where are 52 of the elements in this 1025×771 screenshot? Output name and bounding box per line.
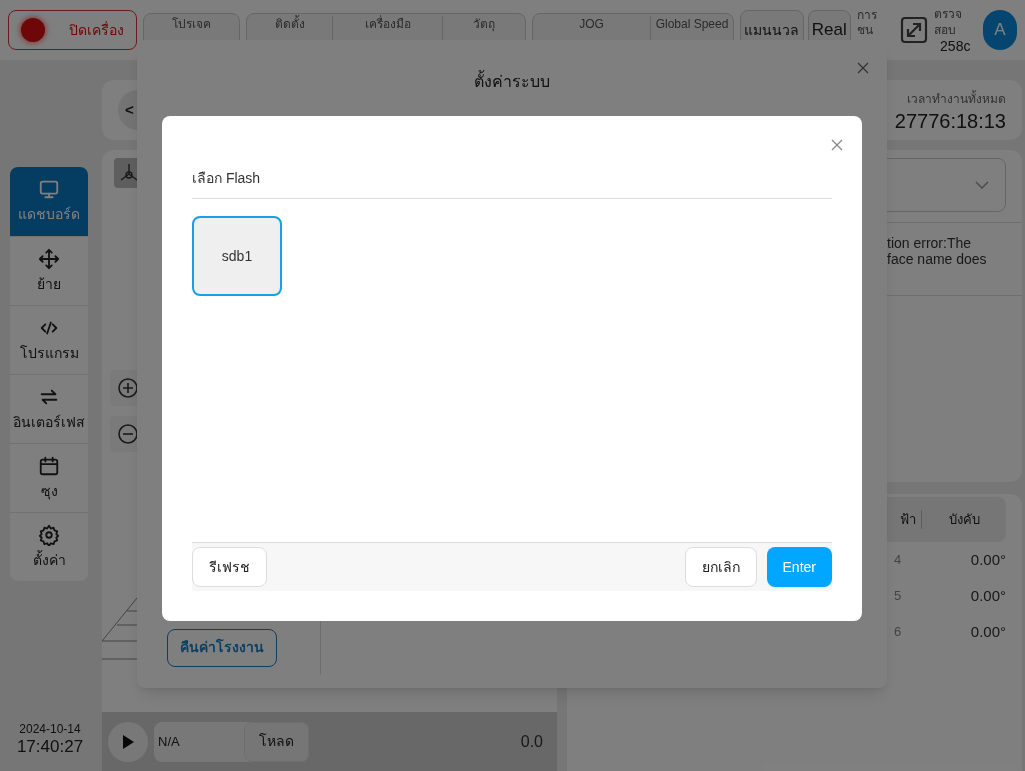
settings-icon (38, 523, 60, 546)
expand-icon[interactable] (899, 14, 928, 46)
load-button[interactable]: โหลด (244, 721, 309, 762)
device-tile[interactable]: sdb1 (192, 216, 282, 296)
nav-item[interactable]: ซุง (10, 443, 88, 512)
column-header: ฟ้า (894, 509, 922, 530)
collision-label: การชน (856, 7, 878, 38)
close-icon[interactable] (857, 62, 869, 74)
close-icon[interactable] (831, 139, 843, 151)
calendar-icon (38, 454, 60, 477)
factory-reset-button[interactable]: คืนค่าโรงงาน (167, 628, 277, 667)
program-field[interactable]: N/A โหลด (154, 721, 309, 762)
cancel-button[interactable]: ยกเลิก (684, 547, 757, 587)
status-label: ติดตั้ง (274, 16, 305, 32)
nav-item[interactable]: ตั้งค่า (10, 512, 88, 581)
status-label: วัตถุ (473, 16, 495, 32)
time-text: 17:40:27 (16, 738, 84, 755)
table-cell-text: 0.00° (969, 585, 1006, 606)
dialog-title: เลือก Flash (192, 170, 261, 186)
play-button[interactable] (108, 721, 148, 762)
status-label: เครื่องมือ (364, 16, 411, 32)
enter-button[interactable]: Enter (766, 547, 832, 587)
runtime-value: 27776:18:13 (894, 110, 1006, 132)
table-cell-text: 0.00° (969, 621, 1006, 642)
inspect-value: 258c (940, 38, 971, 54)
progress-value: 0.0 (520, 731, 543, 752)
table-cell-text: 0.00° (969, 549, 1006, 570)
status-label: โปรเจค (172, 16, 211, 32)
refresh-button[interactable]: รีเฟรช (192, 547, 267, 587)
dialog-title: ตั้งค่าระบบ (137, 70, 887, 94)
nav-item[interactable]: ย้าย (10, 236, 88, 305)
power-button[interactable]: ปิดเครื่อง (8, 10, 137, 50)
status-label: JOG (579, 16, 604, 32)
power-icon (21, 18, 45, 42)
grid-drawing (102, 597, 138, 660)
column-header: บังคับ (947, 510, 981, 529)
avatar[interactable]: A (982, 10, 1017, 50)
date-text: 2024-10-14 (19, 721, 81, 738)
nav-item[interactable]: แดชบอร์ด (10, 167, 88, 236)
table-cell-text: 4 (894, 551, 903, 570)
inspect-label: ตรวจสอบ (933, 6, 963, 38)
play-icon (121, 733, 135, 750)
monitor-icon (38, 178, 60, 200)
nav-item[interactable]: อินเตอร์เฟส (10, 374, 88, 443)
runtime-label: เวลาทำงานทั้งหมด (907, 89, 1006, 108)
error-message: tion error:The face name does (887, 235, 988, 267)
table-cell-text: 5 (894, 587, 903, 606)
chevron-down-icon (975, 181, 989, 189)
nav-item[interactable]: โปรแกรม (10, 305, 88, 374)
status-label: Global Speed (655, 16, 729, 32)
move-icon (38, 247, 60, 270)
table-cell-text: 6 (894, 623, 903, 642)
